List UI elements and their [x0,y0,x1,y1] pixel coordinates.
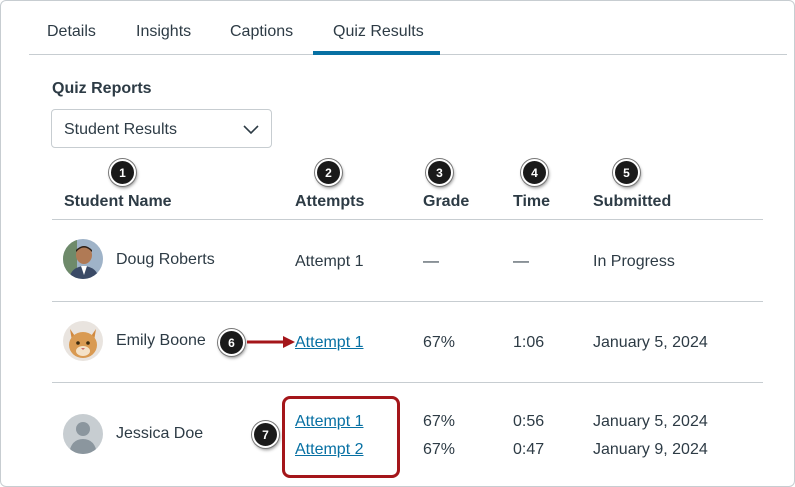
report-type-select[interactable]: Student Results [51,109,272,148]
avatar-doug-roberts [63,239,103,279]
callout-badge-5: 5 [613,159,640,186]
grade-value: — [423,253,439,270]
callout-badge-7: 7 [252,421,279,448]
callout-badge-6: 6 [218,329,245,356]
callout-badge-1: 1 [109,159,136,186]
grade-value: 67% [423,334,456,351]
student-name: Doug Roberts [116,251,215,268]
column-header-attempts: Attempts [295,193,365,210]
time-value: — [513,253,529,270]
row-divider [52,301,763,302]
attempt-link[interactable]: Attempt 1 [295,334,363,352]
tab-bar: Details Insights Captions Quiz Results [29,11,787,55]
time-value: 1:06 [513,334,545,351]
quiz-reports-heading: Quiz Reports [52,80,152,97]
callout-badge-3: 3 [426,159,453,186]
row-divider [52,382,763,383]
submitted-date: January 5, 2024 [593,334,708,351]
column-header-grade: Grade [423,193,470,210]
attempt-link[interactable]: Attempt 1 [295,413,363,431]
student-name: Emily Boone [116,332,206,349]
column-header-student-name: Student Name [64,193,172,210]
grade-value: 67% [423,441,456,458]
submitted-date: January 9, 2024 [593,441,708,458]
attempts-highlight-box [282,396,400,478]
column-header-time: Time [513,193,551,210]
tab-quiz-results[interactable]: Quiz Results [333,23,424,41]
tab-captions[interactable]: Captions [230,23,293,41]
callout-badge-4: 4 [521,159,548,186]
time-value: 0:47 [513,441,545,458]
column-header-submitted: Submitted [593,193,672,210]
active-tab-indicator [313,51,440,55]
attempt-link[interactable]: Attempt 2 [295,441,363,459]
tab-details[interactable]: Details [47,23,96,41]
grade-value: 67% [423,413,456,430]
submitted-status: In Progress [593,253,675,270]
callout-badge-2: 2 [315,159,342,186]
report-type-selected-value: Student Results [64,121,177,138]
header-divider [52,219,763,220]
submitted-date: January 5, 2024 [593,413,708,430]
quiz-results-panel: Details Insights Captions Quiz Results Q… [0,0,795,487]
student-name: Jessica Doe [116,425,204,442]
tab-insights[interactable]: Insights [136,23,191,41]
avatar-emily-boone [63,321,103,361]
callout-arrow-icon [247,336,295,348]
avatar-jessica-doe [63,414,103,454]
time-value: 0:56 [513,413,545,430]
chevron-down-icon [243,125,259,135]
attempt-label: Attempt 1 [295,253,364,270]
